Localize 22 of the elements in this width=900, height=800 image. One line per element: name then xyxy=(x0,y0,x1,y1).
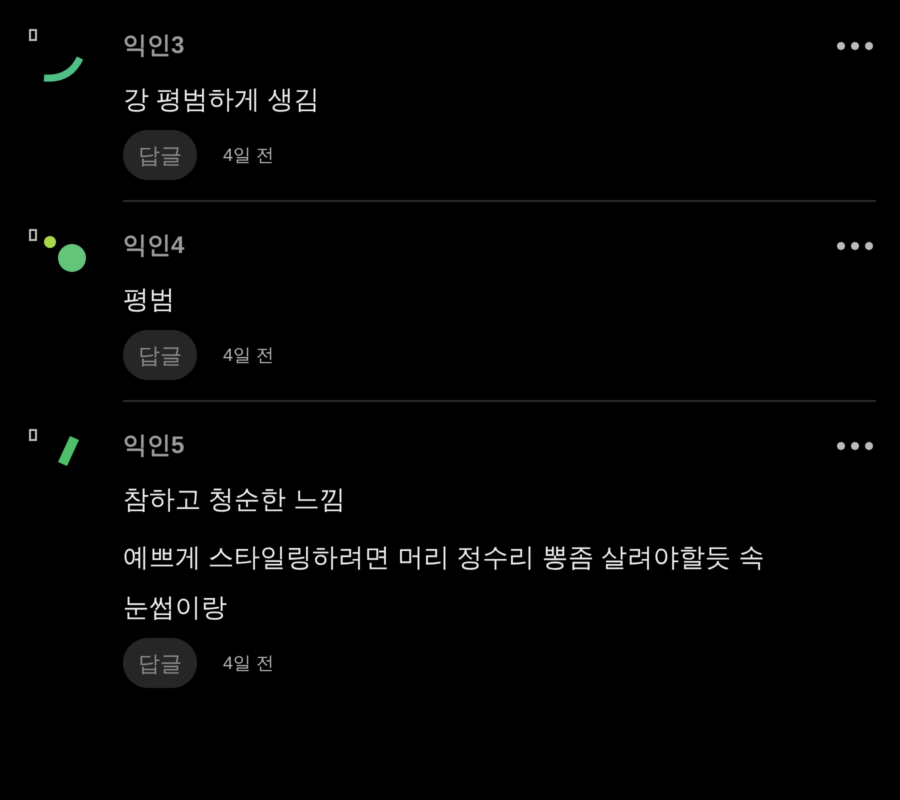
more-icon[interactable] xyxy=(836,241,874,251)
reply-button[interactable]: 답글 xyxy=(123,130,197,180)
broken-image-icon xyxy=(29,429,37,441)
timestamp: 4일 전 xyxy=(223,144,274,166)
more-icon[interactable] xyxy=(836,441,874,451)
broken-image-icon xyxy=(29,229,37,241)
author-name: 익인5 xyxy=(123,431,184,461)
bar-icon xyxy=(58,436,79,466)
arc-icon xyxy=(44,56,84,82)
reply-button[interactable]: 답글 xyxy=(123,330,197,380)
comment-text: 평범 xyxy=(123,283,176,316)
dots-icon xyxy=(44,236,86,272)
comment-text: 예쁘게 스타일링하려면 머리 정수리 뽕좀 살려야할듯 속 눈썹이랑 xyxy=(123,541,766,624)
broken-image-icon xyxy=(29,29,37,41)
reply-button[interactable]: 답글 xyxy=(123,638,197,688)
author-name: 익인4 xyxy=(123,231,184,261)
timestamp: 4일 전 xyxy=(223,652,274,674)
timestamp: 4일 전 xyxy=(223,344,274,366)
more-icon[interactable] xyxy=(836,41,874,51)
author-name: 익인3 xyxy=(123,31,184,61)
comment-text: 강 평범하게 생김 xyxy=(123,83,320,116)
comment-text: 참하고 청순한 느낌 xyxy=(123,483,346,516)
